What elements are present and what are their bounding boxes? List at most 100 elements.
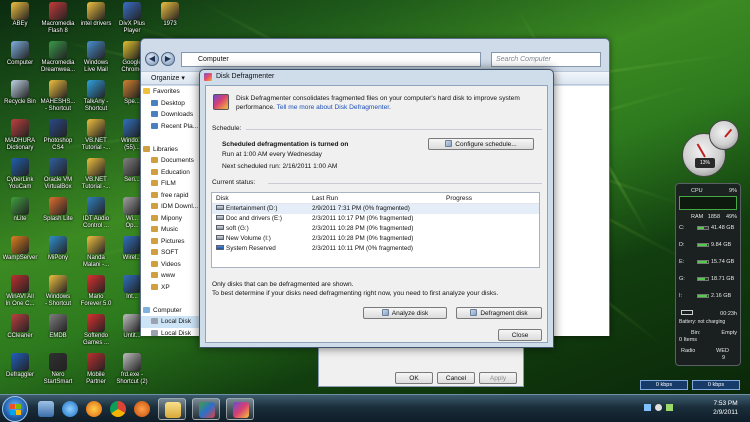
nav-item[interactable]: Favorites	[141, 86, 202, 98]
nav-item[interactable]: Downloads	[141, 109, 202, 121]
volume-tray-icon[interactable]	[655, 404, 662, 411]
schedule-label: Schedule:	[212, 125, 242, 132]
app-icon	[161, 2, 179, 20]
folder-icon	[151, 329, 158, 336]
nav-item[interactable]: Pictures	[141, 236, 202, 248]
folder-icon	[151, 226, 158, 233]
network-tray-icon[interactable]	[644, 404, 651, 411]
nav-item[interactable]: SOFT	[141, 247, 202, 259]
folder-icon	[151, 122, 158, 129]
app-icon	[87, 119, 105, 137]
desktop-icon-label: Macromedia Dreamwea...	[40, 60, 75, 73]
desktop-icon-label: Nanda Malani -...	[82, 255, 110, 268]
app-icon	[123, 275, 141, 293]
desktop-icon-label: Recycle Bin	[4, 99, 36, 105]
column-progress[interactable]: Progress	[446, 193, 472, 204]
disk-row[interactable]: Entertainment (D:) 2/9/2011 7:31 PM (0% f…	[212, 204, 539, 214]
taskbar-defragmenter[interactable]	[226, 398, 254, 420]
ram-pct: 49%	[725, 214, 737, 220]
disk-row[interactable]: System Reserved 2/3/2011 10:11 PM (0% fra…	[212, 244, 539, 254]
nav-item-label: Computer	[153, 306, 182, 314]
nav-item[interactable]: FILM	[141, 178, 202, 190]
system-meter-gadget[interactable]: CPU 9% RAM 1858 49% C: 41.48 GB D: 9.84 GB E…	[675, 183, 741, 366]
disk-last-run: 2/9/2011 7:31 PM (0% fragmented)	[312, 205, 410, 212]
desktop-icon-label: Macromedia Flash 8	[41, 21, 75, 34]
app-icon	[123, 236, 141, 254]
drive-usage-fill	[698, 261, 707, 263]
app-icon	[11, 314, 29, 332]
nav-item[interactable]: Music	[141, 224, 202, 236]
taskbar-clock[interactable]: 7:53 PM 2/9/2011	[713, 399, 738, 417]
start-button[interactable]	[2, 396, 28, 422]
apply-button[interactable]: Apply	[479, 372, 517, 384]
properties-dialog[interactable]: OK Cancel Apply	[318, 345, 524, 387]
nav-item[interactable]: Mipony	[141, 213, 202, 225]
folder-icon	[151, 203, 158, 210]
column-last-run[interactable]: Last Run	[312, 193, 338, 204]
cancel-button[interactable]: Cancel	[437, 372, 475, 384]
nav-item[interactable]: Computer	[141, 305, 202, 317]
note-shown-disks: Only disks that can be defragmented are …	[212, 281, 354, 288]
nav-item[interactable]: Recent Pla...	[141, 121, 202, 133]
nav-item[interactable]: Desktop	[141, 98, 202, 110]
disk-row[interactable]: soft (G:) 2/3/2011 10:28 PM (0% fragmente…	[212, 224, 539, 234]
battery-icon	[681, 310, 693, 315]
nav-item[interactable]: Education	[141, 167, 202, 179]
ram-row: RAM 1858 49%	[679, 213, 737, 221]
desktop-icon-label: Mobile Partner	[86, 372, 106, 385]
tell-me-more-link[interactable]: Tell me more about Disk Defragmenter.	[277, 104, 391, 111]
media-player-icon	[134, 401, 150, 417]
navigation-pane[interactable]: Favorites Desktop Downloads Recent Pla... Li…	[141, 86, 203, 336]
gauge-needle	[696, 143, 706, 158]
nav-item[interactable]: Local Disk	[141, 328, 202, 336]
drive-letter: D:	[679, 242, 685, 248]
forward-icon[interactable]: ▶	[161, 52, 175, 66]
nav-item-label: Music	[161, 226, 178, 233]
taskbar-explorer[interactable]	[158, 398, 186, 420]
back-icon[interactable]: ◀	[145, 52, 159, 66]
defrag-titlebar[interactable]: Disk Defragmenter	[200, 70, 553, 84]
address-bar[interactable]: Computer	[181, 52, 481, 67]
app-icon	[11, 158, 29, 176]
battery-time: 00:23h	[720, 311, 737, 317]
nav-item[interactable]: free rapid	[141, 190, 202, 202]
nav-item[interactable]: Documents	[141, 155, 202, 167]
folder-icon	[151, 214, 158, 221]
drive-meter-row: E: 15.74 GB	[679, 258, 737, 266]
ram-gauge-gadget[interactable]	[709, 120, 739, 150]
nav-item[interactable]: Local Disk	[141, 316, 202, 328]
schedule-divider	[246, 129, 542, 130]
nav-item[interactable]: Videos	[141, 259, 202, 271]
app-icon	[11, 80, 29, 98]
battery-tray-icon[interactable]	[666, 404, 673, 411]
taskbar-media-player[interactable]	[128, 398, 156, 420]
column-disk[interactable]: Disk	[216, 193, 229, 204]
ok-button[interactable]: OK	[395, 372, 433, 384]
nav-item[interactable]: IDM Downl...	[141, 201, 202, 213]
nav-item-label: Education	[161, 168, 190, 176]
defragment-disk-button[interactable]: Defragment disk	[456, 307, 542, 319]
search-input[interactable]: Search Computer	[491, 52, 601, 67]
defrag-title: Disk Defragmenter	[216, 73, 275, 80]
analyze-disk-button[interactable]: Analyze disk	[363, 307, 447, 319]
drive-usage-fill	[698, 244, 707, 246]
drive-letter: E:	[679, 259, 685, 265]
organize-button[interactable]: Organize ▾	[151, 74, 185, 82]
nav-item-label: free rapid	[161, 191, 189, 199]
disk-name: Entertainment (D:)	[226, 205, 278, 212]
drive-usage-fill	[698, 278, 706, 280]
disk-defragmenter-window[interactable]: Disk Defragmenter Disk Defragmenter cons…	[199, 69, 554, 348]
schedule-next: Next scheduled run: 2/16/2011 1:00 AM	[222, 163, 338, 170]
internet-explorer-icon	[62, 401, 78, 417]
taskbar-control-panel[interactable]	[192, 398, 220, 420]
nav-item[interactable]: www	[141, 270, 202, 282]
disk-table[interactable]: Disk Last Run Progress Entertainment (D:…	[211, 192, 540, 268]
configure-schedule-button[interactable]: Configure schedule...	[428, 138, 534, 150]
disk-name-cell: New Volume (I:)	[216, 234, 271, 244]
disk-row[interactable]: Doc and drivers (E:) 2/3/2011 10:17 PM (0…	[212, 214, 539, 224]
nav-item[interactable]: Libraries	[141, 144, 202, 156]
disk-row[interactable]: New Volume (I:) 2/3/2011 10:28 PM (0% fra…	[212, 234, 539, 244]
defrag-large-icon	[213, 94, 229, 110]
close-button[interactable]: Close	[498, 329, 542, 341]
nav-item[interactable]: XP	[141, 282, 202, 294]
